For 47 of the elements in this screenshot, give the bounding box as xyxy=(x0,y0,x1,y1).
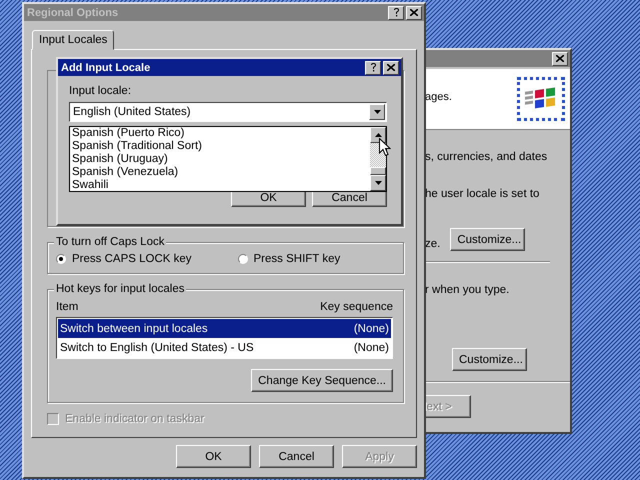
scroll-down-button[interactable] xyxy=(370,175,386,191)
body-text: ze. xyxy=(425,236,440,250)
change-key-sequence-button[interactable]: Change Key Sequence... xyxy=(251,369,393,392)
radio-option[interactable]: Press CAPS LOCK key xyxy=(56,253,192,265)
group-label: Hot keys for input locales xyxy=(54,283,186,295)
scroll-bar[interactable] xyxy=(370,127,386,191)
group-label: To turn off Caps Lock xyxy=(54,236,166,248)
radio-button[interactable] xyxy=(238,254,248,264)
dropdown-button[interactable] xyxy=(369,104,385,120)
locale-dropdown[interactable]: English (United States) xyxy=(69,102,387,122)
radio-option[interactable]: Press SHIFT key xyxy=(238,253,340,265)
list-item[interactable]: Spanish (Traditional Sort) xyxy=(72,140,370,153)
dialog-button[interactable]: OK xyxy=(176,445,251,468)
table-cell: (None) xyxy=(354,342,389,354)
tab[interactable]: Input Locales xyxy=(32,30,114,50)
column-header: Key sequence xyxy=(320,301,393,313)
customize-button[interactable]: Customize... xyxy=(450,228,526,251)
caret-icon xyxy=(374,110,380,114)
down-arrow-icon xyxy=(374,181,382,185)
list-item[interactable]: Spanish (Venezuela) xyxy=(72,166,370,179)
header-text: ages. xyxy=(425,91,452,103)
close-button[interactable] xyxy=(383,60,399,74)
radio-button[interactable] xyxy=(56,254,66,264)
column-header: Item xyxy=(56,301,78,313)
dialog-title: Add Input Locale xyxy=(60,62,152,74)
help-icon xyxy=(370,63,376,72)
table-cell: Switch between input locales xyxy=(60,322,208,334)
help-icon xyxy=(392,8,400,17)
table-cell: Switch to English (United States) - US xyxy=(60,342,254,354)
scroll-thumb[interactable] xyxy=(370,167,386,175)
list-item[interactable]: Spanish (Puerto Rico) xyxy=(72,127,370,140)
scroll-up-button[interactable] xyxy=(370,127,386,143)
close-icon xyxy=(410,9,418,16)
window-title: Regional Options xyxy=(26,6,120,18)
help-button[interactable] xyxy=(365,60,381,74)
field-label: Input locale: xyxy=(69,85,132,97)
list-row[interactable]: Switch to English (United States) - US (None) xyxy=(58,338,391,357)
close-icon xyxy=(387,64,395,71)
table-cell: (None) xyxy=(354,322,389,334)
body-text: r when you type. xyxy=(425,284,510,296)
list-item[interactable]: Spanish (Uruguay) xyxy=(72,153,370,166)
up-arrow-icon xyxy=(374,133,382,137)
dialog-button[interactable]: Cancel xyxy=(259,445,334,468)
list-row[interactable]: Switch between input locales (None) xyxy=(58,319,391,338)
close-icon xyxy=(556,55,564,62)
customize-button[interactable]: Customize... xyxy=(452,348,527,371)
body-text: he user locale is set to xyxy=(425,188,540,200)
